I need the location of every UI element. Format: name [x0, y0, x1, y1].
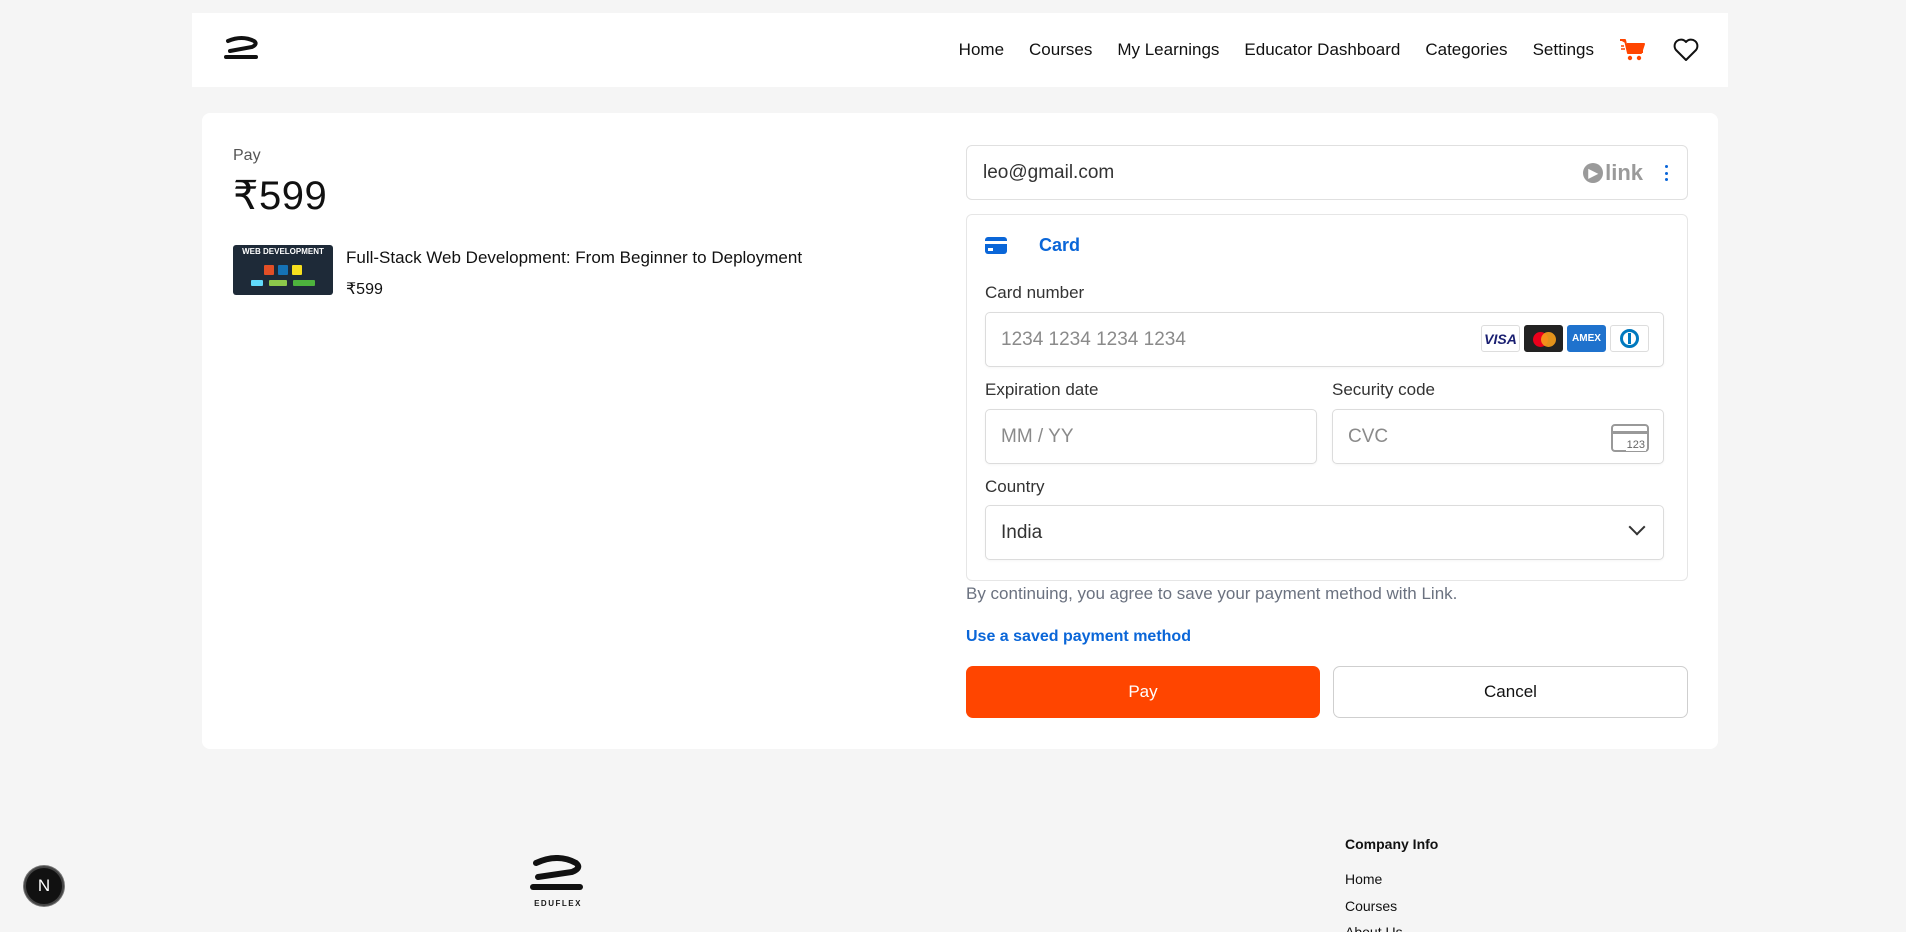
- footer-link-courses[interactable]: Courses: [1345, 898, 1397, 914]
- nav-courses[interactable]: Courses: [1029, 40, 1092, 60]
- course-thumbnail: WEB DEVELOPMENT: [233, 245, 333, 295]
- cvc-card-icon: 123: [1611, 424, 1649, 452]
- course-title: Full-Stack Web Development: From Beginne…: [346, 248, 803, 267]
- nextjs-dev-badge[interactable]: N: [24, 866, 64, 906]
- email-value: leo@gmail.com: [983, 162, 1115, 183]
- card-number-input[interactable]: [1001, 313, 1408, 366]
- security-code-label: Security code: [1332, 380, 1435, 399]
- amex-icon: AMEX: [1567, 325, 1606, 352]
- mastercard-icon: [1524, 325, 1563, 352]
- cart-icon[interactable]: [1619, 36, 1647, 64]
- link-logo: ▶ link: [1583, 160, 1643, 186]
- card-number-field[interactable]: VISA AMEX: [985, 312, 1664, 367]
- company-info-heading: Company Info: [1345, 836, 1439, 852]
- pay-amount: ₹599: [233, 174, 328, 218]
- chevron-down-icon: [1628, 518, 1646, 536]
- link-consent-text: By continuing, you agree to save your pa…: [966, 584, 1458, 603]
- link-arrow-icon: ▶: [1583, 163, 1604, 183]
- cvc-input[interactable]: [1348, 410, 1546, 463]
- pay-label: Pay: [233, 147, 261, 164]
- pay-button[interactable]: Pay: [966, 666, 1320, 718]
- nav-my-learnings[interactable]: My Learnings: [1117, 40, 1219, 60]
- thumbnail-tech-icons: [233, 265, 333, 275]
- cvc-icon-text: 123: [1625, 439, 1646, 451]
- country-value: India: [1001, 522, 1043, 543]
- card-payment-panel: Card Card number VISA AMEX Expiration da…: [966, 214, 1688, 581]
- nav-home[interactable]: Home: [959, 40, 1004, 60]
- footer-link-home[interactable]: Home: [1345, 871, 1382, 887]
- expiry-field[interactable]: [985, 409, 1317, 464]
- card-brand-icons: VISA AMEX: [1481, 325, 1649, 352]
- expiry-label: Expiration date: [985, 380, 1099, 399]
- heart-icon[interactable]: [1672, 36, 1700, 64]
- visa-icon: VISA: [1481, 325, 1520, 352]
- link-brand-text: link: [1605, 160, 1643, 185]
- cancel-button[interactable]: Cancel: [1333, 666, 1688, 718]
- use-saved-payment-link[interactable]: Use a saved payment method: [966, 628, 1191, 646]
- diners-club-icon: [1610, 325, 1649, 352]
- nav-educator-dashboard[interactable]: Educator Dashboard: [1244, 40, 1400, 60]
- thumbnail-text: WEB DEVELOPMENT: [242, 247, 324, 256]
- top-navbar: Home Courses My Learnings Educator Dashb…: [192, 13, 1728, 87]
- nav-settings[interactable]: Settings: [1533, 40, 1594, 60]
- cvc-field[interactable]: 123: [1332, 409, 1664, 464]
- card-method-tab[interactable]: Card: [985, 235, 1080, 256]
- credit-card-icon: [985, 237, 1007, 254]
- expiry-input[interactable]: [1001, 410, 1199, 463]
- card-tab-label: Card: [1039, 235, 1081, 255]
- link-email-field[interactable]: leo@gmail.com ▶ link: [966, 145, 1688, 200]
- footer-link-about[interactable]: About Us: [1345, 924, 1403, 932]
- main-nav: Home Courses My Learnings Educator Dashb…: [934, 13, 1700, 87]
- checkout-card: Pay ₹599 WEB DEVELOPMENT Full-Stack Web …: [202, 113, 1718, 749]
- country-select[interactable]: India: [985, 505, 1664, 560]
- footer-brand-name: EDUFLEX: [534, 899, 582, 908]
- country-label: Country: [985, 477, 1045, 496]
- card-number-label: Card number: [985, 283, 1085, 302]
- nav-categories[interactable]: Categories: [1425, 40, 1507, 60]
- more-options-icon[interactable]: [1663, 161, 1669, 185]
- footer-brand-logo[interactable]: EDUFLEX: [530, 855, 586, 908]
- thumbnail-tech-logos: [233, 280, 333, 286]
- course-price: ₹599: [346, 281, 383, 298]
- brand-logo[interactable]: [224, 35, 260, 63]
